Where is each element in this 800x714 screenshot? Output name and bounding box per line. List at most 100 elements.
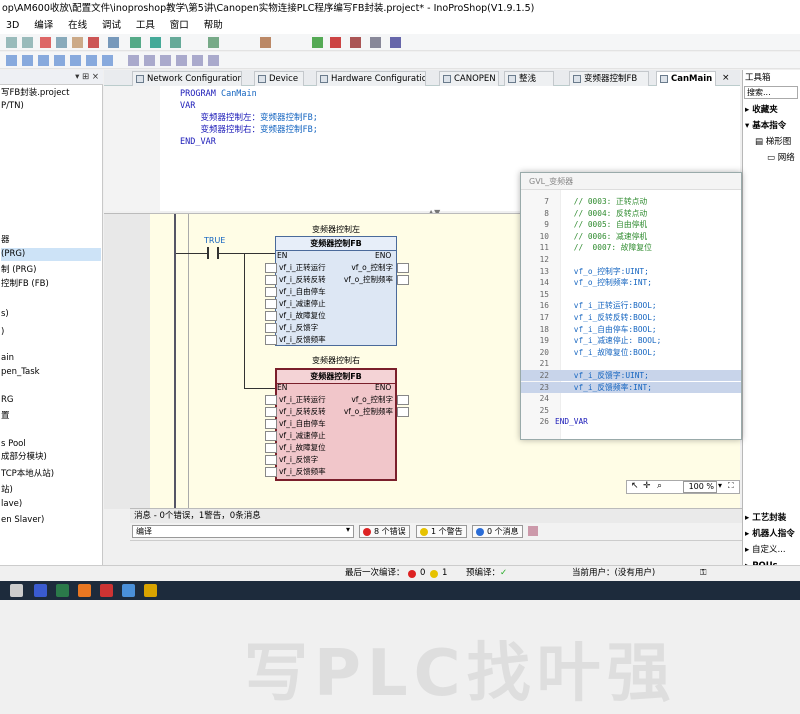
tree-item[interactable]: TCP本地从站) <box>1 468 54 481</box>
gvl-editor-window[interactable]: GVL_变频器 7 // 0003: 正转点动 8 // 0004: 反转点动 9 … <box>520 172 742 440</box>
toolbox-item[interactable]: ▤ 梯形图 <box>755 136 791 149</box>
fbd-coil-icon[interactable] <box>22 55 33 66</box>
menu-item[interactable]: 帮助 <box>198 17 229 34</box>
close-tab-icon[interactable]: × <box>722 73 730 83</box>
tab-fb[interactable]: 变频器控制FB <box>569 71 649 86</box>
fbd-input-icon[interactable] <box>128 55 139 66</box>
tree-item[interactable]: 置 <box>1 410 10 423</box>
build-icon[interactable] <box>208 37 219 48</box>
fb-input-box[interactable] <box>265 335 277 345</box>
paste-icon[interactable] <box>72 37 83 48</box>
gvl-code-line[interactable]: 20 vf_i_故障复位:BOOL; <box>521 347 741 358</box>
gvl-code-line[interactable]: 26 END_VAR <box>521 416 741 427</box>
pointer-icon[interactable]: ↖ <box>631 481 639 491</box>
gvl-code-line[interactable]: 7 // 0003: 正转点动 <box>521 196 741 207</box>
chevron-down-icon[interactable]: ▾ <box>346 525 350 534</box>
tree-item[interactable]: lave) <box>1 498 22 511</box>
tree-item[interactable]: s) <box>1 308 9 321</box>
browser-icon[interactable] <box>122 584 135 597</box>
toolbox-category[interactable]: ▸ 工艺封装 <box>745 512 786 525</box>
gvl-title[interactable]: GVL_变频器 <box>521 173 741 190</box>
toolbox-search[interactable]: 搜索... <box>744 86 798 99</box>
fbd-return-icon[interactable] <box>86 55 97 66</box>
fb-input-box[interactable] <box>265 395 277 405</box>
run-icon[interactable] <box>312 37 323 48</box>
gvl-code-line[interactable]: 11 // 0007: 故障复位 <box>521 242 741 253</box>
lock-icon[interactable]: ⚿ <box>700 566 706 581</box>
toolbox-item[interactable]: ▭ 网络 <box>767 152 795 165</box>
gvl-code-line[interactable]: 19 vf_i_减速停止: BOOL; <box>521 335 741 346</box>
tree-item[interactable]: P/TN) <box>1 100 24 113</box>
fb-input-box[interactable] <box>265 287 277 297</box>
folder-icon[interactable] <box>144 584 157 597</box>
tree-item[interactable]: 成部分模块) <box>1 451 47 464</box>
contact-icon[interactable] <box>207 247 219 259</box>
redo-icon[interactable] <box>22 37 33 48</box>
gvl-code-line[interactable]: 10 // 0006: 减速停机 <box>521 231 741 242</box>
find-icon[interactable] <box>108 37 119 48</box>
menu-item[interactable]: 3D <box>0 17 25 34</box>
cut-icon[interactable] <box>40 37 51 48</box>
clear-messages-icon[interactable] <box>528 526 538 536</box>
toolbox-category[interactable]: ▸ 收藏夹 <box>745 104 778 117</box>
fbd-set-icon[interactable] <box>192 55 203 66</box>
delete-icon[interactable] <box>88 37 99 48</box>
menu-item[interactable]: 编译 <box>28 17 59 34</box>
fb-input-box[interactable] <box>265 419 277 429</box>
tree-item[interactable]: 器 <box>1 234 10 247</box>
gvl-code-line[interactable]: 23 vf_i_反馈频率:INT; <box>521 381 741 393</box>
gvl-code-line[interactable]: 15 <box>521 289 741 300</box>
fb-input-box[interactable] <box>265 455 277 465</box>
step-icon[interactable] <box>370 37 381 48</box>
fb-output-box[interactable] <box>397 395 409 405</box>
fbd-jump-icon[interactable] <box>70 55 81 66</box>
gvl-code-line[interactable]: 22 vf_i_反馈字:UINT; <box>521 370 741 381</box>
bookmark-prev-icon[interactable] <box>170 37 181 48</box>
fbd-reset-icon[interactable] <box>208 55 219 66</box>
gvl-code-line[interactable]: 18 vf_i_自由停车:BOOL; <box>521 324 741 335</box>
gvl-code-line[interactable]: 25 <box>521 405 741 416</box>
tab-canopen[interactable]: CANOPEN <box>439 71 499 86</box>
pan-icon[interactable]: ✛ <box>643 481 651 491</box>
bookmark-icon[interactable] <box>130 37 141 48</box>
gvl-code-line[interactable]: 9 // 0005: 自由停机 <box>521 219 741 230</box>
gvl-code-line[interactable]: 8 // 0004: 反转点动 <box>521 208 741 219</box>
menu-item[interactable]: 工具 <box>130 17 161 34</box>
undo-icon[interactable] <box>6 37 17 48</box>
gvl-code-line[interactable]: 21 <box>521 358 741 369</box>
panel-header-controls[interactable]: ▾ ⊞ × <box>0 70 103 85</box>
gvl-code-line[interactable]: 16 vf_i_正转运行:BOOL; <box>521 300 741 311</box>
search-app-icon[interactable] <box>78 584 91 597</box>
fb-input-box[interactable] <box>265 275 277 285</box>
fbd-network-icon[interactable] <box>54 55 65 66</box>
toolbox-category[interactable]: ▸ 机器人指令 <box>745 528 795 541</box>
menu-item[interactable]: 在线 <box>62 17 93 34</box>
fb-output-box[interactable] <box>397 407 409 417</box>
tree-item[interactable]: pen_Task <box>1 366 40 379</box>
fb-input-box[interactable] <box>265 431 277 441</box>
fb-input-box[interactable] <box>265 299 277 309</box>
fb-output-box[interactable] <box>397 275 409 285</box>
fb-instance-name[interactable]: 变频器控制右 <box>275 355 397 366</box>
fb-output-box[interactable] <box>397 263 409 273</box>
errors-filter-button[interactable]: 8 个错误 <box>359 525 410 538</box>
tree-item[interactable]: 站) <box>1 484 13 497</box>
tab-zhengqian[interactable]: 整浅 <box>504 71 554 86</box>
tree-item[interactable]: ) <box>1 326 4 339</box>
tree-item-project[interactable]: 写FB封装.project <box>1 87 69 100</box>
fbd-box-icon[interactable] <box>38 55 49 66</box>
zoom-select[interactable]: 100 % <box>683 481 717 493</box>
tree-item-selected[interactable]: (PRG) <box>1 248 101 261</box>
tab-hardware-configuration[interactable]: Hardware Configuration <box>316 71 426 86</box>
login-icon[interactable] <box>260 37 271 48</box>
toolbox-category[interactable]: ▸ 自定义... <box>745 544 786 557</box>
tree-item[interactable]: RG <box>1 394 14 407</box>
magnifier-icon[interactable]: ⌕ <box>657 481 662 491</box>
messages-header[interactable]: 消息 - 0个错误，1警告，0条消息 <box>130 508 742 523</box>
fb-input-box[interactable] <box>265 323 277 333</box>
reset-icon[interactable] <box>350 37 361 48</box>
tab-network-configuration[interactable]: Network Configuration <box>132 71 242 86</box>
fbd-contact-icon[interactable] <box>6 55 17 66</box>
windows-start-icon[interactable] <box>10 584 23 597</box>
fbd-output-icon[interactable] <box>144 55 155 66</box>
